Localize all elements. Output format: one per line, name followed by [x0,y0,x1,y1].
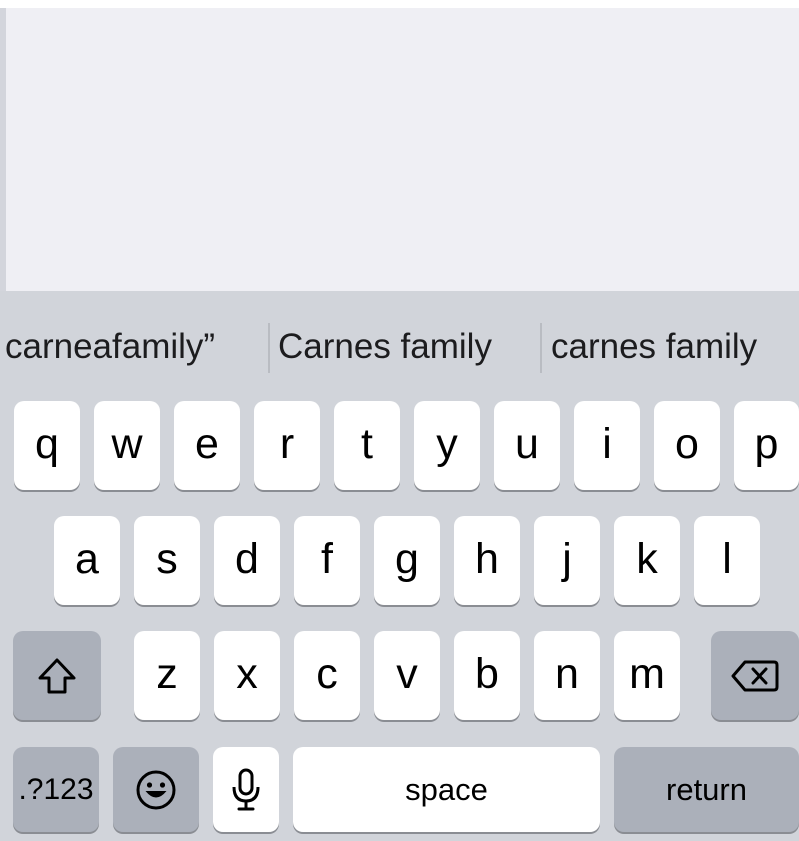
key-e[interactable]: e [174,401,240,490]
key-j[interactable]: j [534,516,600,605]
space-key[interactable]: space [293,747,600,832]
key-t[interactable]: t [334,401,400,490]
key-l[interactable]: l [694,516,760,605]
key-w[interactable]: w [94,401,160,490]
key-y[interactable]: y [414,401,480,490]
key-a[interactable]: a [54,516,120,605]
suggestion-3[interactable]: carnes family [551,319,799,375]
key-b[interactable]: b [454,631,520,720]
suggestion-divider [540,323,542,373]
content-area [6,8,799,291]
dictation-key[interactable] [213,747,279,832]
key-p[interactable]: p [734,401,799,490]
key-q[interactable]: q [14,401,80,490]
backspace-icon [731,660,779,691]
suggestion-2[interactable]: Carnes family [278,319,534,375]
top-edge [0,0,799,8]
key-z[interactable]: z [134,631,200,720]
key-r[interactable]: r [254,401,320,490]
shift-icon [38,658,76,693]
key-k[interactable]: k [614,516,680,605]
key-c[interactable]: c [294,631,360,720]
key-v[interactable]: v [374,631,440,720]
suggestion-divider [268,323,270,373]
keyboard: carneafamily” Carnes family carnes famil… [0,291,799,841]
key-u[interactable]: u [494,401,560,490]
suggestion-1[interactable]: carneafamily” [5,319,263,375]
suggestion-bar: carneafamily” Carnes family carnes famil… [0,291,799,399]
key-x[interactable]: x [214,631,280,720]
key-n[interactable]: n [534,631,600,720]
key-f[interactable]: f [294,516,360,605]
screen: carneafamily” Carnes family carnes famil… [0,0,799,841]
key-o[interactable]: o [654,401,720,490]
key-m[interactable]: m [614,631,680,720]
key-d[interactable]: d [214,516,280,605]
key-g[interactable]: g [374,516,440,605]
numbers-key[interactable]: .?123 [13,747,99,832]
return-key[interactable]: return [614,747,799,832]
shift-key[interactable] [13,631,101,720]
key-s[interactable]: s [134,516,200,605]
delete-key[interactable] [711,631,799,720]
key-h[interactable]: h [454,516,520,605]
key-i[interactable]: i [574,401,640,490]
emoji-icon [136,770,176,809]
microphone-icon [232,768,260,810]
emoji-key[interactable] [113,747,199,832]
